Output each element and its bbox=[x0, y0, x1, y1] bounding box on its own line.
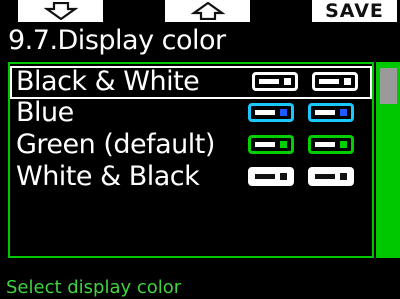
battery-icon bbox=[248, 103, 294, 122]
battery-icon bbox=[308, 103, 354, 122]
status-hint: Select display color bbox=[6, 277, 182, 298]
battery-icon bbox=[312, 72, 358, 91]
save-button[interactable]: SAVE bbox=[312, 0, 397, 22]
battery-icon bbox=[248, 135, 294, 154]
option-white-black[interactable]: White & Black bbox=[10, 161, 372, 194]
scrollbar[interactable] bbox=[376, 62, 400, 258]
option-label: Green (default) bbox=[16, 129, 215, 160]
save-button-label: SAVE bbox=[325, 0, 384, 22]
option-green[interactable]: Green (default) bbox=[10, 129, 372, 162]
battery-icon bbox=[308, 167, 354, 186]
option-blue[interactable]: Blue bbox=[10, 97, 372, 130]
battery-icon bbox=[248, 167, 294, 186]
battery-icon bbox=[308, 135, 354, 154]
option-label: Black & White bbox=[16, 66, 200, 97]
arrow-up-icon bbox=[190, 2, 225, 20]
page-title: 9.7.Display color bbox=[8, 25, 226, 56]
option-label: Blue bbox=[16, 97, 74, 128]
up-button[interactable] bbox=[165, 0, 250, 22]
arrow-down-icon bbox=[43, 2, 78, 20]
top-button-bar: SAVE bbox=[0, 0, 400, 24]
battery-icon bbox=[252, 72, 298, 91]
option-label: White & Black bbox=[16, 161, 200, 192]
scrollbar-thumb[interactable] bbox=[380, 68, 397, 104]
option-black-white[interactable]: Black & White bbox=[10, 66, 372, 99]
down-button[interactable] bbox=[18, 0, 103, 22]
